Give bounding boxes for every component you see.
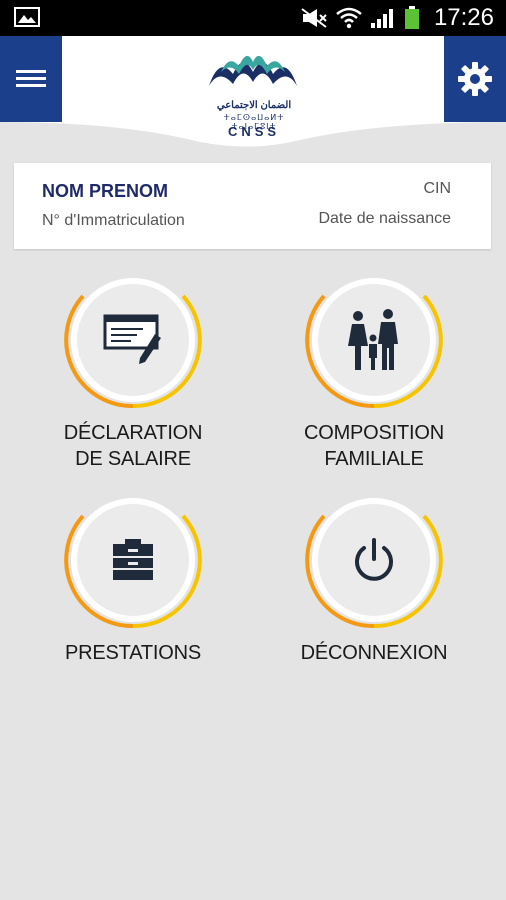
settings-button[interactable]: [444, 36, 506, 122]
tile-label-line1: DÉCONNEXION: [300, 642, 448, 664]
immatriculation-label: N° d'Immatriculation: [42, 212, 185, 229]
tile-composition-familiale[interactable]: COMPOSITION FAMILIALE: [264, 270, 484, 470]
app-header: الضمان الاجتماعي ⵜⴰⵎⵙⴰⵡⴰⵍⵜ ⵜⴰⵏⴰⵎⵓⵏⵜ CNSS: [0, 36, 506, 158]
profile-card: NOM PRENOM CIN N° d'Immatriculation Date…: [14, 163, 491, 249]
gear-icon: [458, 62, 492, 96]
briefcase-icon: [113, 539, 153, 580]
birthdate-label: Date de naissance: [318, 210, 451, 227]
tile-label: COMPOSITION FAMILIALE: [264, 420, 484, 472]
power-icon: [355, 538, 393, 581]
tile-label-line1: PRESTATIONS: [65, 642, 201, 664]
tile-prestations[interactable]: PRESTATIONS: [23, 490, 243, 690]
hamburger-menu-icon: [16, 70, 46, 87]
tile-label-line1: COMPOSITION: [303, 422, 445, 444]
tile-label-line2: FAMILIALE: [324, 448, 424, 470]
tile-deconnexion[interactable]: DÉCONNEXION: [264, 490, 484, 690]
menu-button[interactable]: [0, 36, 62, 122]
tile-label: DÉCONNEXION: [264, 640, 484, 666]
signal-icon: [370, 9, 393, 28]
status-icons: 17:26: [300, 0, 494, 36]
tile-label: DÉCLARATION DE SALAIRE: [23, 420, 243, 472]
family-icon: [348, 309, 398, 370]
tile-declaration-salaire[interactable]: DÉCLARATION DE SALAIRE: [23, 270, 243, 470]
user-name: NOM PRENOM: [42, 181, 168, 201]
status-time: 17:26: [433, 4, 494, 31]
status-bar: 17:26: [0, 0, 506, 36]
tile-label-line1: DÉCLARATION: [63, 422, 203, 444]
battery-icon: [404, 6, 419, 29]
cnss-logo-icon: [209, 55, 297, 86]
mute-icon: [301, 8, 327, 28]
tile-label: PRESTATIONS: [23, 640, 243, 666]
gallery-notification-icon: [14, 7, 40, 27]
salary-declaration-icon: [103, 314, 161, 364]
cin-label: CIN: [423, 180, 451, 197]
wifi-icon: [336, 7, 362, 29]
tile-label-line2: DE SALAIRE: [75, 448, 191, 470]
